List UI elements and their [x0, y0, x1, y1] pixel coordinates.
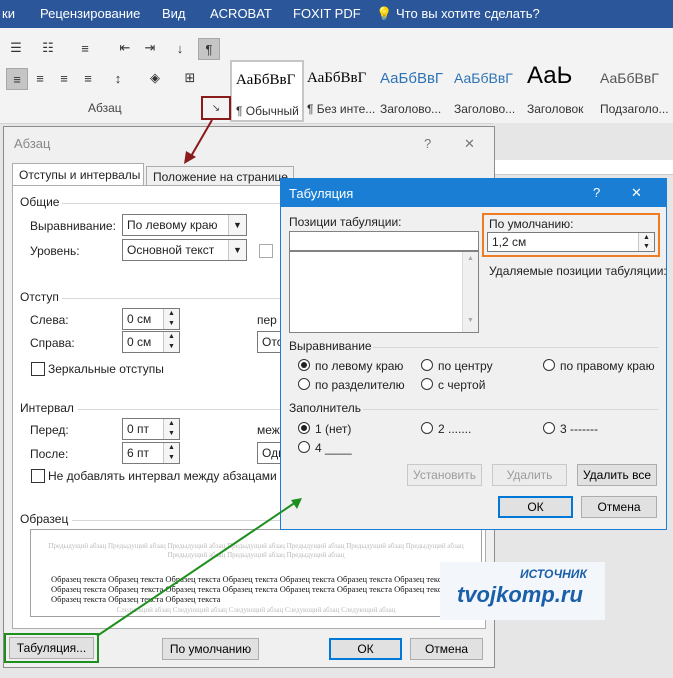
annotation-arrows: [96, 119, 302, 637]
red-arrow-head: [184, 151, 196, 164]
green-arrow-line: [96, 501, 297, 637]
red-arrow-line: [189, 119, 213, 159]
